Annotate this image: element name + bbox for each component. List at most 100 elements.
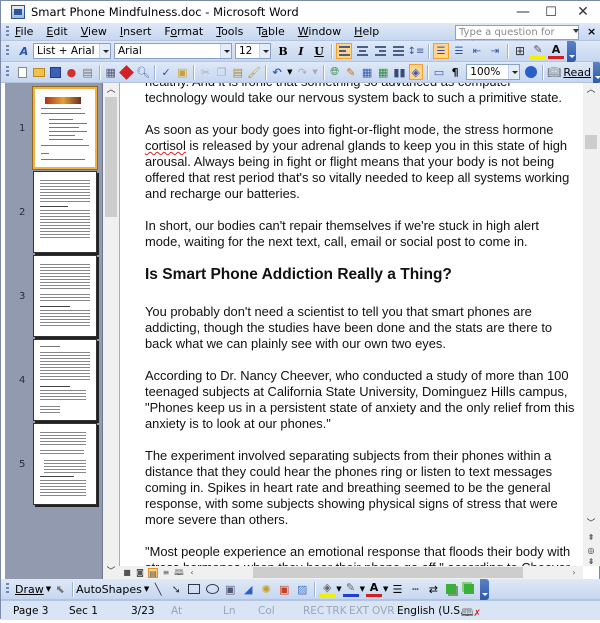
- select-objects-icon[interactable]: ⬉: [52, 581, 68, 597]
- menu-view[interactable]: View: [81, 25, 107, 38]
- page-thumbnail-4[interactable]: [33, 339, 97, 421]
- draw-menu-button[interactable]: Draw: [15, 583, 44, 596]
- toolbar-options-button[interactable]: [567, 40, 576, 62]
- chevron-down-icon[interactable]: ▼: [383, 585, 388, 593]
- chevron-down-icon[interactable]: ▼: [336, 585, 341, 593]
- format-painter-icon[interactable]: 🖌︎: [247, 64, 261, 80]
- menu-edit[interactable]: Edit: [46, 25, 67, 38]
- arrow-icon[interactable]: ➘: [168, 581, 184, 597]
- show-hide-pilcrow-icon[interactable]: ¶: [448, 64, 462, 80]
- new-document-icon[interactable]: [16, 64, 30, 80]
- scroll-right-arrow-icon[interactable]: ›: [569, 568, 579, 578]
- underline-button[interactable]: U: [311, 43, 327, 59]
- status-ext[interactable]: EXT: [349, 605, 369, 617]
- scroll-up-arrow-icon[interactable]: ︿: [583, 83, 599, 97]
- align-left-button[interactable]: [336, 43, 352, 59]
- fill-color-icon[interactable]: ◈: [319, 581, 336, 597]
- line-spacing-button[interactable]: ↕≡: [408, 43, 425, 59]
- research-icon[interactable]: [119, 64, 135, 80]
- permission-icon[interactable]: ●: [64, 64, 78, 80]
- chevron-down-icon[interactable]: [259, 44, 270, 58]
- insert-excel-icon[interactable]: ▦: [376, 64, 390, 80]
- page-thumbnail-2[interactable]: [33, 171, 97, 253]
- scroll-up-arrow-icon[interactable]: ︿: [103, 83, 119, 97]
- text-box-icon[interactable]: ▣: [222, 581, 238, 597]
- styles-formatting-icon[interactable]: A: [16, 43, 32, 59]
- font-color-button[interactable]: A: [548, 43, 564, 59]
- increase-indent-button[interactable]: ⇥: [487, 43, 503, 59]
- chevron-down-icon[interactable]: [220, 44, 231, 58]
- tables-borders-icon[interactable]: ✎: [344, 64, 358, 80]
- horizontal-scroll-thumb[interactable]: [253, 567, 523, 578]
- copy-icon[interactable]: ❐: [215, 64, 229, 80]
- help-icon[interactable]: [524, 64, 538, 80]
- italic-button[interactable]: I: [293, 43, 309, 59]
- toolbar-grip[interactable]: [6, 583, 9, 595]
- menu-table[interactable]: Table: [256, 25, 284, 38]
- columns-icon[interactable]: ▮▮: [392, 64, 406, 80]
- undo-icon[interactable]: ↶: [270, 64, 284, 80]
- font-size-select[interactable]: 12: [235, 43, 271, 59]
- insert-table-icon[interactable]: ▦: [360, 64, 374, 80]
- normal-view-button[interactable]: ■: [122, 568, 132, 578]
- toolbar-options-button[interactable]: [593, 61, 600, 83]
- document-vertical-scrollbar[interactable]: ︿ ﹀ ⇞ ◎ ⇟: [583, 83, 600, 566]
- zoom-select[interactable]: 100%: [466, 64, 521, 80]
- help-search-input[interactable]: Type a question for help: [455, 25, 579, 51]
- bold-button[interactable]: B: [275, 43, 291, 59]
- style-select[interactable]: List + Arial: [33, 43, 111, 59]
- close-button[interactable]: ✕: [563, 1, 600, 23]
- chevron-down-icon[interactable]: ▼: [360, 585, 365, 593]
- toolbar-grip[interactable]: [6, 25, 9, 38]
- font-color-icon[interactable]: A: [366, 581, 383, 597]
- hyperlink-icon[interactable]: 🌐︎: [328, 64, 342, 80]
- scroll-left-arrow-icon[interactable]: ‹: [187, 568, 197, 578]
- drawing-icon[interactable]: ◈: [408, 64, 423, 80]
- cut-icon[interactable]: ✂: [198, 64, 212, 80]
- paste-icon[interactable]: ▤: [231, 64, 245, 80]
- toolbar-grip[interactable]: [6, 45, 9, 57]
- page-thumbnail-3[interactable]: [33, 255, 97, 337]
- print-preview-icon[interactable]: ▦: [104, 64, 118, 80]
- chevron-down-icon[interactable]: [99, 44, 110, 58]
- page-thumbnail-5[interactable]: [33, 423, 97, 505]
- chevron-down-icon[interactable]: [508, 65, 520, 79]
- justify-button[interactable]: [390, 43, 406, 59]
- undo-dropdown-icon[interactable]: ▼: [286, 64, 293, 80]
- toolbar-grip[interactable]: [6, 66, 9, 78]
- insert-picture-icon[interactable]: ▨: [294, 581, 310, 597]
- reading-layout-view-button[interactable]: 🕮︎: [174, 568, 184, 578]
- web-layout-view-button[interactable]: ◙: [135, 568, 145, 578]
- menu-help[interactable]: Help: [354, 25, 379, 38]
- bullets-button[interactable]: ☰: [451, 43, 467, 59]
- document-map-icon[interactable]: ▭: [432, 64, 446, 80]
- scroll-down-arrow-icon[interactable]: ﹀: [583, 517, 599, 531]
- horizontal-scrollbar[interactable]: ■ ◙ ▤ ≡ 🕮︎ ‹ ›: [119, 566, 583, 579]
- menu-window[interactable]: Window: [298, 25, 341, 38]
- read-button[interactable]: Read: [563, 66, 591, 79]
- menu-tools[interactable]: Tools: [216, 25, 243, 38]
- spelling-grammar-icon[interactable]: ✓: [159, 64, 173, 80]
- document-scroll-thumb[interactable]: [585, 135, 597, 149]
- toolbar-options-button[interactable]: [480, 578, 490, 600]
- clip-art-icon[interactable]: ▣: [276, 581, 292, 597]
- borders-button[interactable]: ⊞: [512, 43, 528, 59]
- redo-icon[interactable]: ↷: [295, 64, 309, 80]
- dash-style-icon[interactable]: ┅: [407, 581, 423, 597]
- align-right-button[interactable]: [372, 43, 388, 59]
- shadow-style-icon[interactable]: [443, 581, 459, 597]
- menu-file[interactable]: File: [15, 25, 33, 38]
- misspelled-word[interactable]: cortisol: [145, 138, 186, 153]
- font-select[interactable]: Arial: [114, 43, 232, 59]
- outline-view-button[interactable]: ≡: [161, 568, 171, 578]
- print-icon[interactable]: ▤: [80, 64, 94, 80]
- help-dropdown-icon[interactable]: [573, 29, 579, 33]
- research-book-icon[interactable]: ▣: [175, 64, 189, 80]
- page-thumbnail-1[interactable]: [32, 86, 98, 170]
- read-book-icon[interactable]: 📖︎: [547, 64, 561, 80]
- align-center-button[interactable]: [354, 43, 370, 59]
- decrease-indent-button[interactable]: ⇤: [469, 43, 485, 59]
- save-icon[interactable]: [48, 64, 62, 80]
- status-ovr[interactable]: OVR: [372, 605, 395, 617]
- thumbnails-scroll-thumb[interactable]: [105, 97, 117, 217]
